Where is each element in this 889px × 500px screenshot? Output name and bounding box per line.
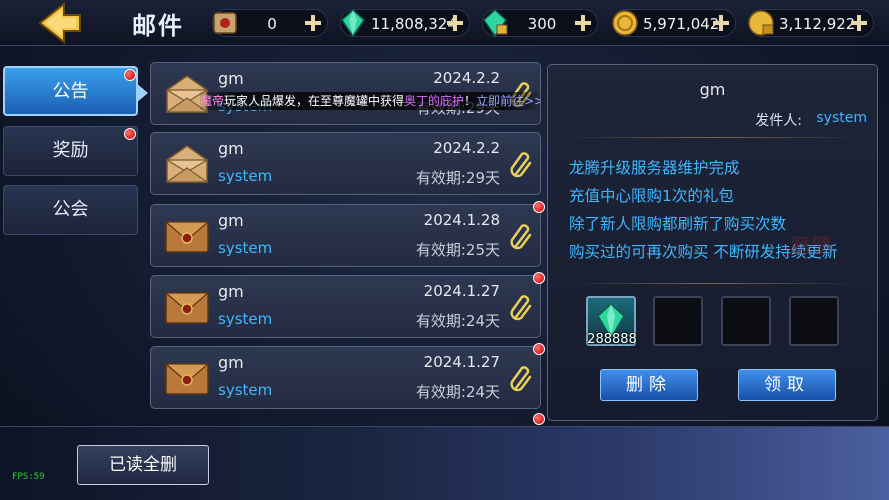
- locked-gold-coin-icon: [745, 7, 777, 39]
- mail-sender: gm: [218, 282, 244, 301]
- delete-read-button[interactable]: 已读全删: [77, 445, 209, 485]
- open-envelope-icon: [163, 142, 211, 186]
- notification-badge: [124, 128, 136, 140]
- mail-sender: gm: [218, 353, 244, 372]
- unread-badge: [533, 343, 545, 355]
- mail-item[interactable]: gm system 2024.1.27 有效期:24天: [150, 346, 541, 409]
- attachment-slot-empty: [653, 296, 703, 346]
- mail-sender: gm: [218, 211, 244, 230]
- mail-subtitle: system: [218, 167, 273, 185]
- sealed-envelope-icon: [163, 356, 211, 400]
- tab-label: 公告: [52, 81, 89, 102]
- mail-date: 2024.2.2: [433, 69, 500, 87]
- sealed-envelope-icon: [163, 285, 211, 329]
- resource-value: 5,971,042: [643, 15, 720, 33]
- unread-badge: [533, 272, 545, 284]
- mail-date: 2024.1.27: [423, 353, 500, 371]
- top-bar: 邮件 0 11,808,324 300 5,971,042 3,112,922: [0, 0, 889, 46]
- notification-badge: [124, 69, 136, 81]
- mail-expiry: 有效期:25天: [415, 241, 500, 259]
- attachment-clip-icon: [508, 222, 534, 252]
- attachment-slot-empty: [721, 296, 771, 346]
- attachment-clip-icon: [508, 364, 534, 394]
- tab-label: 公会: [52, 199, 89, 220]
- add-resource-button[interactable]: [849, 13, 869, 33]
- sealed-envelope-icon: [163, 214, 211, 258]
- tab-active-indicator: [136, 83, 148, 103]
- mail-expiry: 有效期:24天: [415, 383, 500, 401]
- ticker-item: 奥丁的庇护: [404, 94, 465, 108]
- tab-announcement[interactable]: 公告: [3, 66, 148, 116]
- gold-coin-icon: [609, 7, 641, 39]
- scroll-ticket-icon: [209, 7, 241, 39]
- resource-gold: 5,971,042: [612, 9, 736, 37]
- resource-gem: 11,808,324: [337, 7, 470, 39]
- delete-button[interactable]: 删除: [600, 369, 698, 401]
- unread-badge: [533, 201, 545, 213]
- attachment-quantity: 288888: [587, 332, 637, 347]
- resource-value: 3,112,922: [779, 15, 856, 33]
- sender-name: system: [816, 110, 867, 126]
- mail-sender: gm: [218, 139, 244, 158]
- sender-label: 发件人:: [755, 113, 802, 129]
- ticker-punct: ！: [464, 94, 477, 108]
- unread-badge: [533, 413, 545, 425]
- resource-value: 11,808,324: [371, 15, 457, 33]
- divider: [566, 283, 859, 284]
- mail-body-line: 龙腾升级服务器维护完成: [569, 159, 740, 177]
- tab-reward[interactable]: 奖励: [3, 126, 138, 176]
- mail-date: 2024.1.27: [423, 282, 500, 300]
- locked-green-gem-icon: [479, 7, 511, 39]
- page-title: 邮件: [132, 12, 184, 40]
- resource-scroll: 0: [212, 9, 328, 37]
- mail-item[interactable]: gm system 2024.1.28 有效期:25天: [150, 204, 541, 267]
- tab-guild[interactable]: 公会: [3, 185, 138, 235]
- attachment-clip-icon: [508, 293, 534, 323]
- attachment-slot[interactable]: 288888: [586, 296, 637, 347]
- mail-item[interactable]: gm system 2024.2.2 有效期:29天: [150, 132, 541, 195]
- mail-subtitle: system: [218, 381, 273, 399]
- attachment-slot-empty: [789, 296, 839, 346]
- add-resource-button[interactable]: [445, 13, 465, 33]
- fps-counter: FPS:59: [12, 472, 45, 482]
- mail-subtitle: system: [218, 310, 273, 328]
- resource-bound-gold: 3,112,922: [748, 9, 874, 37]
- tab-label: 奖励: [52, 140, 89, 161]
- ticker-text: 玩家人品爆发，在至尊魔罐中获得: [224, 94, 405, 108]
- mail-expiry: 有效期:24天: [415, 312, 500, 330]
- mail-sender: gm: [218, 69, 244, 88]
- attachment-clip-icon: [508, 150, 534, 180]
- resource-value: 300: [527, 15, 557, 33]
- green-gem-icon: [337, 7, 369, 39]
- claim-button[interactable]: 领取: [738, 369, 836, 401]
- ticker-player: 魔帝: [200, 94, 225, 108]
- mail-expiry: 有效期:29天: [415, 169, 500, 187]
- add-resource-button[interactable]: [573, 13, 593, 33]
- divider: [566, 137, 859, 138]
- mail-date: 2024.1.28: [423, 211, 500, 229]
- watermark: ▩▩: [790, 232, 832, 257]
- mail-item[interactable]: gm system 2024.1.27 有效期:24天: [150, 275, 541, 338]
- mail-subtitle: system: [218, 239, 273, 257]
- broadcast-ticker[interactable]: 魔帝玩家人品爆发，在至尊魔罐中获得奥丁的庇护！立即前往>>: [200, 92, 540, 110]
- mail-title: gm: [699, 80, 726, 99]
- add-resource-button[interactable]: [303, 13, 323, 33]
- add-resource-button[interactable]: [711, 13, 731, 33]
- back-arrow-icon[interactable]: [34, 1, 86, 45]
- mail-date: 2024.2.2: [433, 139, 500, 157]
- resource-bound-gem: 300: [479, 7, 598, 39]
- mail-body-line: 充值中心限购1次的礼包: [569, 187, 734, 205]
- mail-body-line: 除了新人限购都刷新了购买次数: [569, 215, 787, 233]
- ticker-goto-link[interactable]: 立即前往>>: [476, 94, 540, 108]
- resource-value: 0: [267, 15, 277, 33]
